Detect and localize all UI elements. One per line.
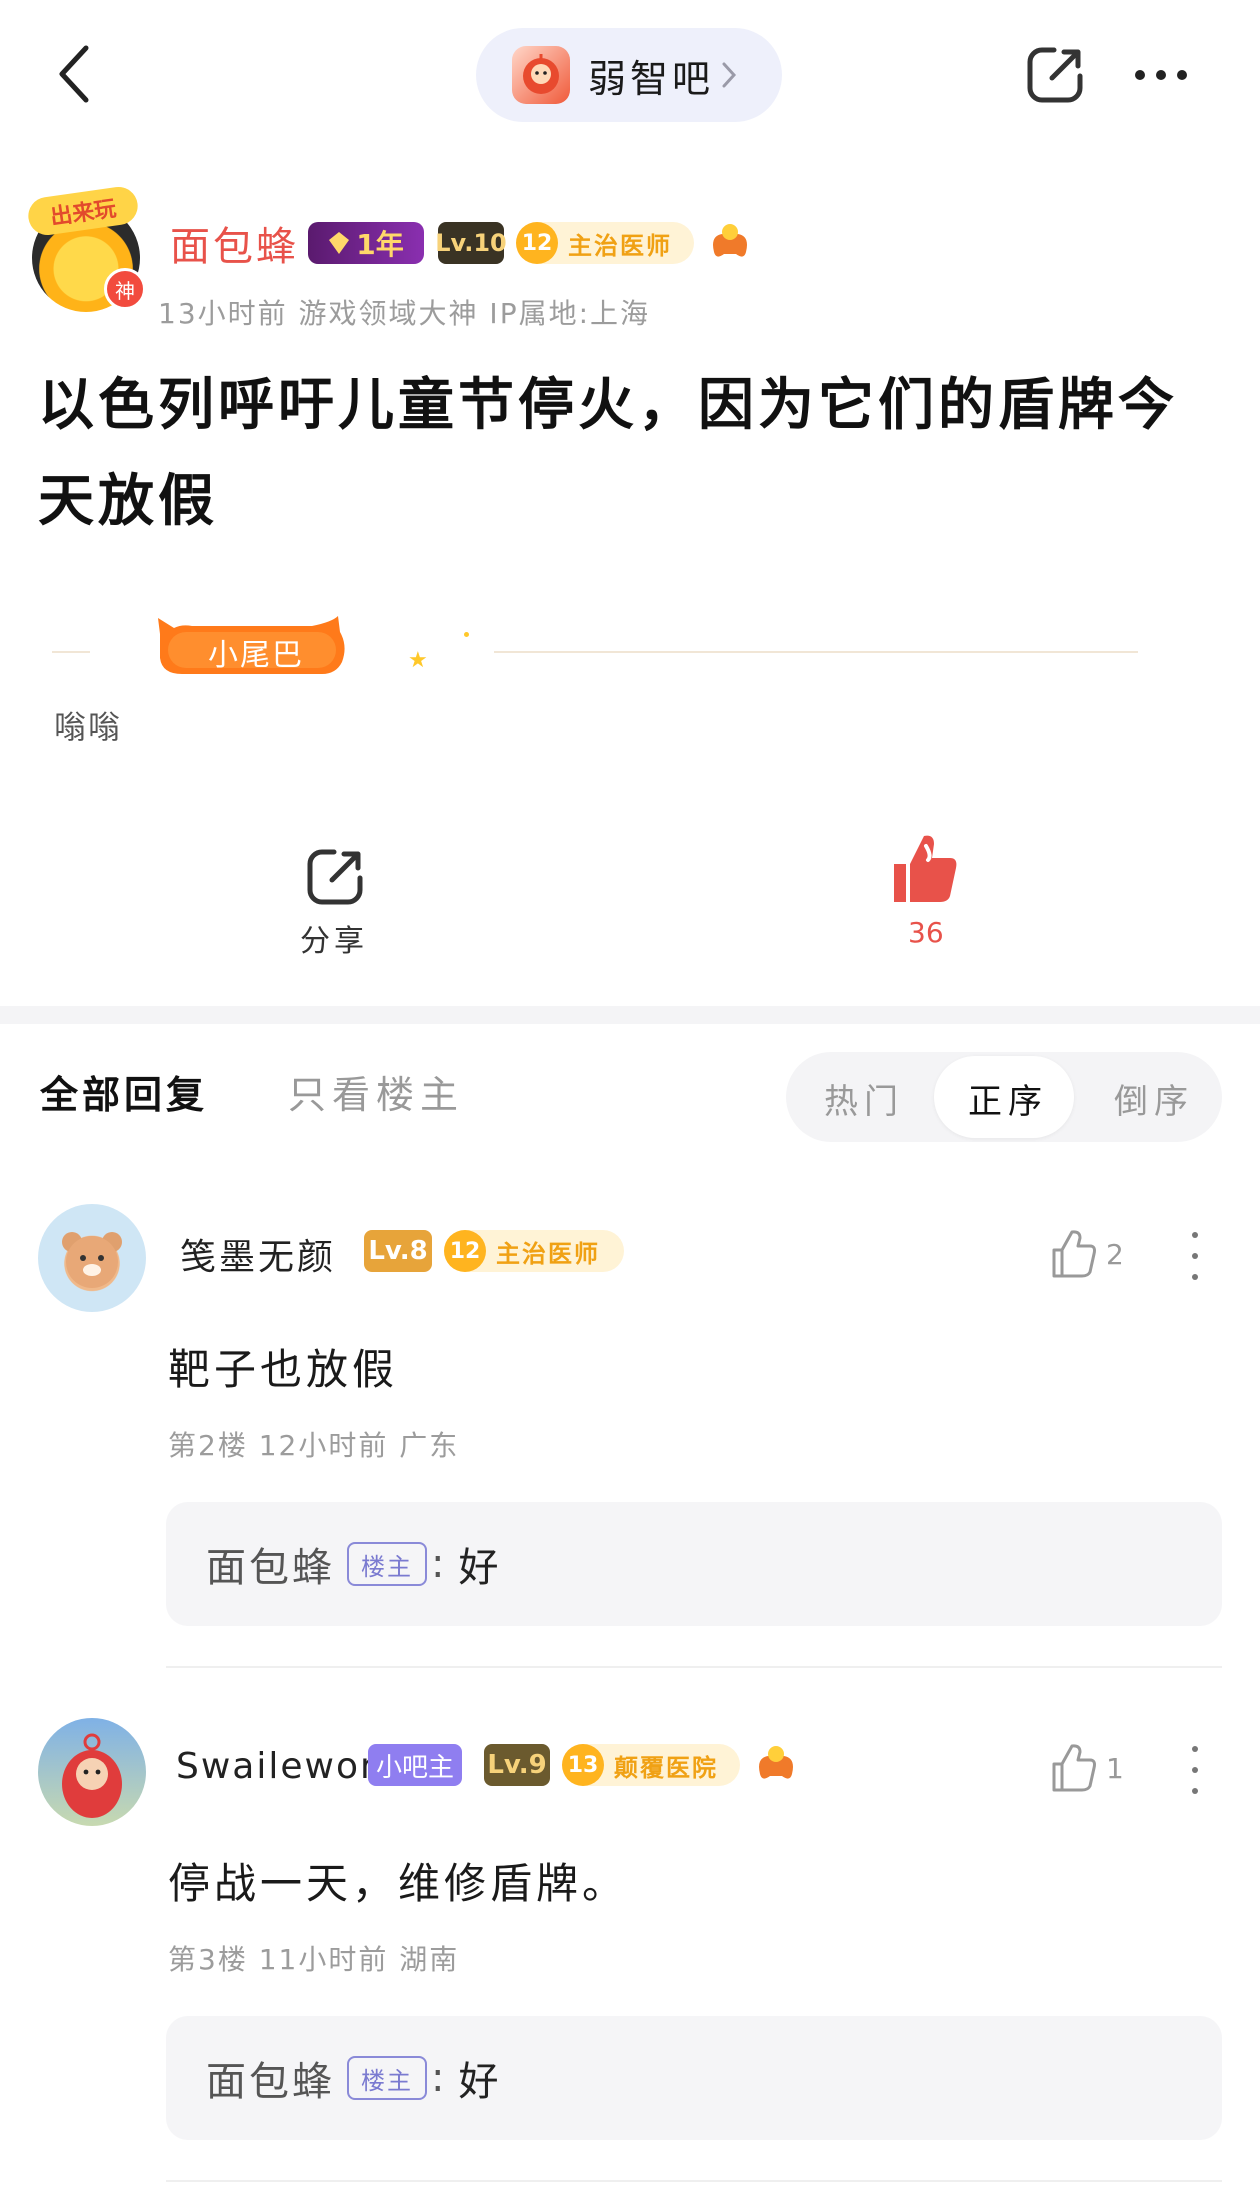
like-post-button[interactable] [888,830,968,920]
comment-meta: 第2楼 12小时前 广东 [168,1429,460,1462]
share-label: 分享 [300,924,368,959]
reply-text: 好 [458,2059,499,2105]
year-badge-label: 1年 [356,228,404,261]
forum-avatar [512,46,570,104]
reply-preview[interactable]: 面包蜂 楼主 : 好 [166,2016,1222,2140]
title-badge: 12 主治医师 [516,222,694,264]
sparkle-icon: ★ [408,648,428,673]
share-button[interactable] [1020,40,1090,110]
level-badge: Lv.10 [435,222,507,264]
diamond-icon [329,232,350,254]
sort-desc[interactable]: 倒序 [1114,1074,1194,1123]
reply-colon: : [431,2055,445,2101]
god-badge: 神 [104,268,146,310]
title-badge: 13 颠覆医院 [562,1744,740,1786]
post-title: 以色列呼吁儿童节停火，因为它们的盾牌今天放假 [38,373,1178,534]
op-tag: 楼主 [347,1542,427,1586]
comment-separator [166,1666,1222,1668]
comment-meta: 第3楼 11小时前 湖南 [168,1943,460,1976]
reply-author: 面包蜂 [206,1545,335,1591]
tail-text: 嗡嗡 [54,708,123,746]
section-divider [0,1006,1260,1024]
title-label: 主治医师 [496,1239,600,1268]
tab-all-replies[interactable]: 全部回复 [40,1064,208,1119]
gamepad-icon [706,222,754,264]
comment-text: 停战一天，维修盾牌。 [168,1859,629,1908]
commenter-avatar[interactable] [38,1204,146,1312]
op-tag: 楼主 [347,2056,427,2100]
commenter-name[interactable]: 笺墨无颜 [180,1228,336,1280]
more-dots-icon [1135,70,1187,80]
title-level: 13 [562,1744,604,1786]
reply-preview[interactable]: 面包蜂 楼主 : 好 [166,1502,1222,1626]
comment-like-button[interactable] [1050,1742,1098,1794]
share-icon [307,849,363,905]
chevron-left-icon [59,45,89,103]
forum-name: 弱智吧 [588,56,715,101]
teletubby-avatar-icon [62,1733,122,1818]
forum-entry-button[interactable]: 弱智吧 [476,28,782,122]
title-level: 12 [444,1230,486,1272]
reply-colon: : [431,1541,445,1587]
like-count: 36 [908,916,944,949]
level-badge: Lv.9 [484,1744,550,1786]
commenter-name[interactable]: Swailewon [176,1746,385,1787]
comment-like-count: 2 [1106,1238,1124,1271]
comment-like-button[interactable] [1050,1228,1098,1280]
author-name[interactable]: 面包蜂 [170,214,299,272]
title-level: 12 [516,222,558,264]
comment-like-count: 1 [1106,1752,1124,1785]
level-badge: Lv.8 [364,1230,432,1272]
moderator-badge: 小吧主 [368,1744,463,1786]
bear-avatar-icon [62,1232,122,1288]
more-options-button[interactable] [1126,40,1196,110]
sparkle-dot [464,632,469,637]
sort-asc-label: 正序 [968,1082,1048,1122]
back-button[interactable] [50,42,98,106]
sort-hot[interactable]: 热门 [824,1074,904,1123]
commenter-avatar[interactable] [38,1718,146,1826]
post-meta: 13小时前 游戏领域大神 IP属地:上海 [158,297,651,330]
thumbs-up-outline-icon [1052,1744,1096,1792]
membership-year-badge: 1年 [308,222,424,264]
avatar-cap: 出来玩 [25,184,141,238]
tail-divider-right [494,651,1138,653]
tail-badge-label: 小尾巴 [208,638,304,673]
share-icon [1027,47,1083,103]
title-label: 颠覆医院 [614,1753,718,1782]
tab-op-only[interactable]: 只看楼主 [288,1064,464,1119]
comment-separator [166,2180,1222,2182]
tail-divider-left [52,651,90,653]
comment-more-button[interactable] [1180,1226,1210,1286]
chevron-right-icon [722,62,737,88]
thumbs-up-icon [894,835,957,902]
title-label: 主治医师 [568,231,672,260]
tail-badge: 小尾巴 [152,612,352,684]
reply-text: 好 [458,1545,499,1591]
title-badge: 12 主治医师 [444,1230,624,1272]
reply-author: 面包蜂 [206,2059,335,2105]
comment-more-button[interactable] [1180,1740,1210,1800]
author-avatar[interactable]: 出来玩 神 [25,184,146,312]
comment-text: 靶子也放假 [168,1345,399,1394]
thumbs-up-outline-icon [1052,1230,1096,1278]
gamepad-icon [752,1744,800,1786]
